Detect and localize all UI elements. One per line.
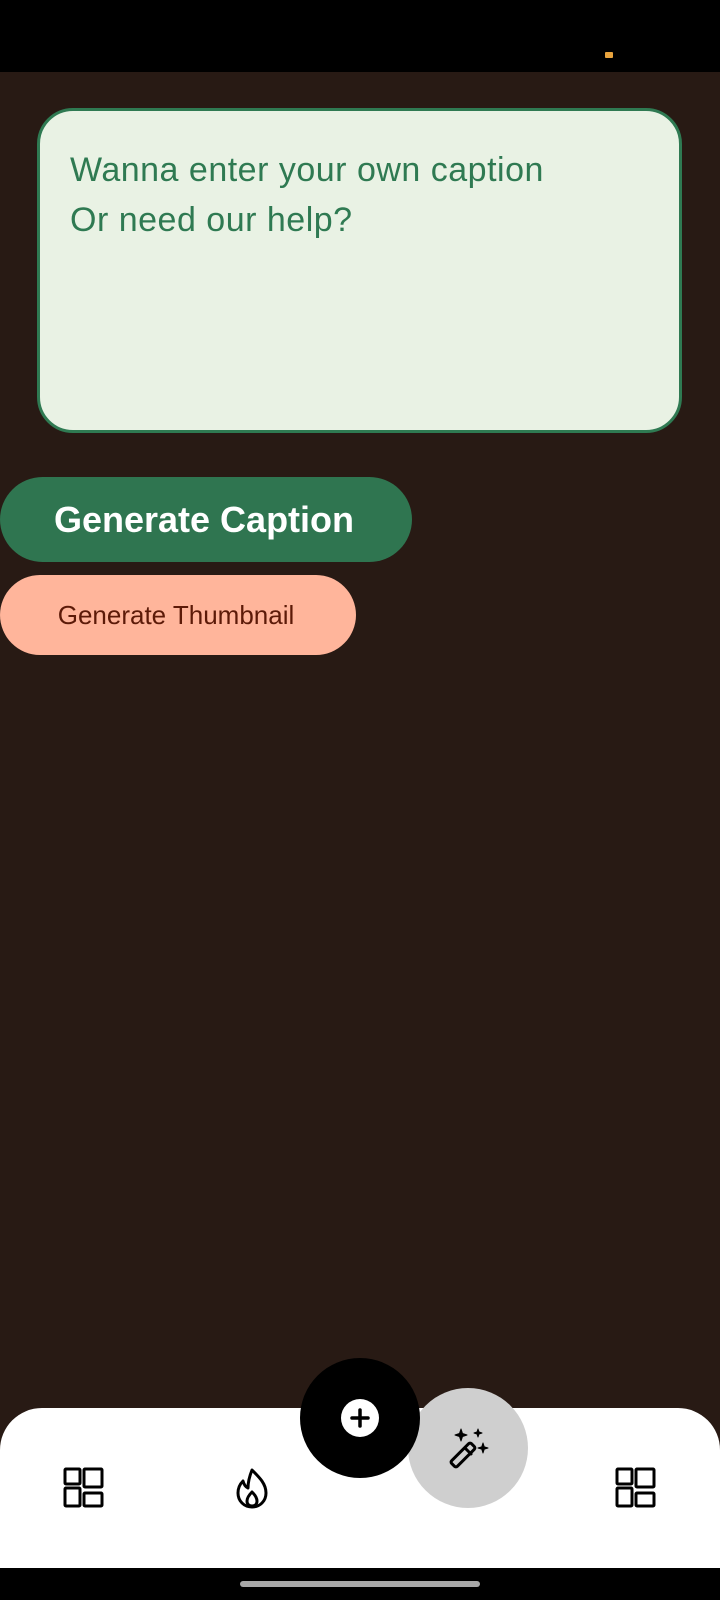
generate-thumbnail-button[interactable]: Generate Thumbnail: [0, 575, 356, 655]
battery-icon: [605, 52, 613, 58]
magic-wand-icon: [449, 1428, 489, 1469]
nav-item-dashboard[interactable]: [24, 1428, 144, 1548]
add-button[interactable]: [300, 1358, 420, 1478]
dashboard-icon: [63, 1467, 104, 1508]
fire-icon: [236, 1468, 268, 1509]
system-navigation-bar: [0, 1568, 720, 1600]
status-bar: [0, 0, 720, 72]
dashboard-icon: [615, 1467, 656, 1508]
nav-item-dashboard-2[interactable]: [576, 1428, 696, 1548]
caption-placeholder-line1: Wanna enter your own caption: [70, 151, 544, 189]
home-indicator[interactable]: [240, 1581, 480, 1587]
caption-input[interactable]: Wanna enter your own caption Or need our…: [37, 108, 682, 433]
generate-caption-button[interactable]: Generate Caption: [0, 477, 412, 562]
caption-placeholder-line2: Or need our help?: [70, 201, 353, 239]
add-icon: [341, 1399, 379, 1437]
nav-item-magic[interactable]: [408, 1388, 528, 1508]
nav-item-trending[interactable]: [192, 1428, 312, 1548]
